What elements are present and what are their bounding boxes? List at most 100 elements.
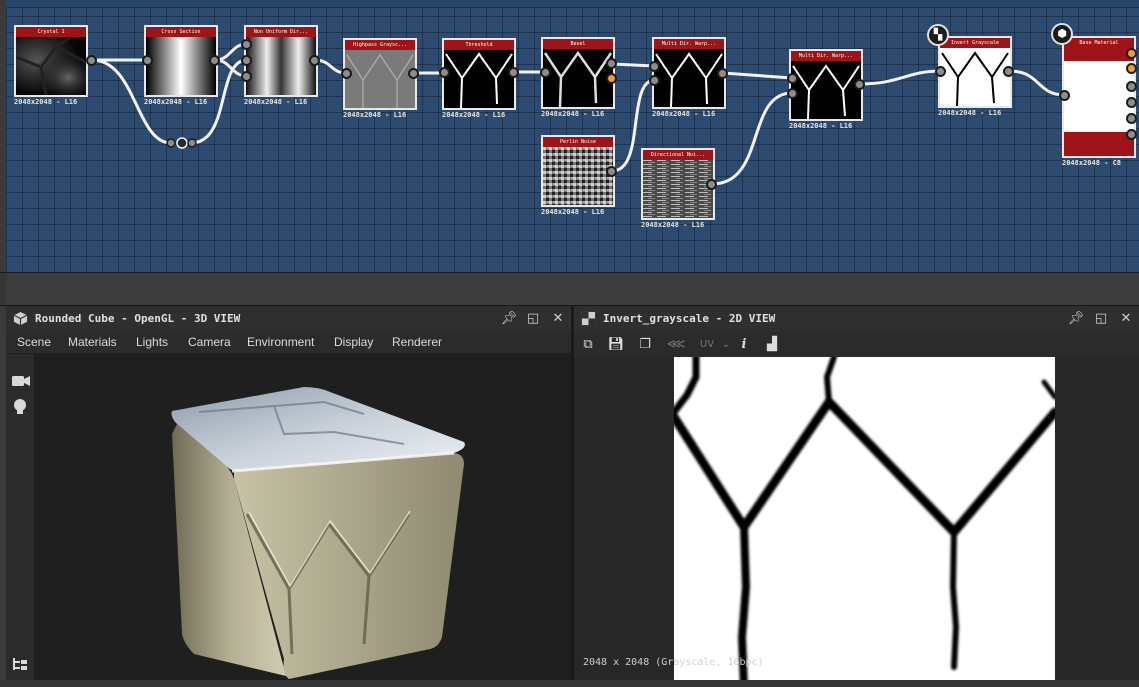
node-resolution: 2048x2048 - L16 (541, 110, 605, 118)
node-resolution: 2048x2048 - L16 (641, 221, 705, 229)
node-title: Cross Section (146, 27, 216, 37)
frame-icon[interactable]: ⧉ (579, 336, 597, 354)
copy-icon[interactable]: ❐ (636, 336, 654, 354)
histogram-icon[interactable]: ▟ (763, 336, 781, 354)
wire-multidir2-invert (858, 69, 942, 86)
port-bevel-out-1[interactable] (606, 58, 617, 69)
node-thumbnail-base-material (1064, 48, 1134, 156)
camera-icon[interactable] (11, 374, 31, 388)
port-warp2-in-2[interactable] (787, 88, 798, 99)
port-directional-out[interactable] (706, 179, 717, 190)
outliner-icon[interactable] (12, 656, 28, 672)
node-thumbnail-perlin (543, 147, 613, 205)
node-resolution: 2048x2048 - C8 (1062, 159, 1122, 167)
menu-display[interactable]: Display (334, 332, 373, 352)
panel-2d-toolbar: ⧉ 💾︎ ❐ ⋘ UV ⌄ i ▟ (574, 332, 1139, 357)
port-base-out-2[interactable] (1126, 63, 1137, 74)
node-thumbnail-cross-section (146, 37, 216, 95)
port-base-in[interactable] (1059, 90, 1070, 101)
port-cross-in[interactable] (142, 55, 153, 66)
uv-toggle[interactable]: UV (695, 336, 719, 354)
node-title: Invert Grayscale (940, 38, 1010, 48)
port-warp1-out[interactable] (717, 68, 728, 79)
info-icon[interactable]: i (735, 336, 753, 354)
viewport-2d[interactable]: 2048 x 2048 (Grayscale, 16bpc) (574, 357, 1139, 687)
reroute-dots (166, 137, 197, 149)
node-thumbnail-non-uniform (246, 37, 316, 95)
port-warp1-in-1[interactable] (649, 61, 660, 72)
port-warp2-in-1[interactable] (787, 73, 798, 84)
node-graph[interactable]: Crystal 1 2048x2048 - L16 Cross Section (0, 0, 1139, 272)
port-base-out-4[interactable] (1126, 97, 1137, 108)
port-base-out-1[interactable] (1126, 48, 1137, 59)
port-bevel-out-2[interactable] (606, 73, 617, 84)
maximize-icon[interactable]: ◱ (1092, 306, 1110, 332)
menu-renderer[interactable]: Renderer (392, 332, 442, 352)
port-base-out-3[interactable] (1126, 81, 1137, 92)
port-base-out-5[interactable] (1126, 113, 1137, 124)
light-icon[interactable] (12, 398, 28, 416)
port-warp1-in-2[interactable] (649, 75, 660, 86)
port-base-out-6[interactable] (1126, 129, 1137, 140)
port-nonuniform-in-1[interactable] (241, 39, 252, 50)
close-icon[interactable]: ✕ (549, 306, 567, 332)
node-thumbnail-invert (940, 48, 1010, 106)
panel-2d-view: Invert_grayscale - 2D VIEW 📌︎ ◱ ✕ ⧉ 💾︎ ❐… (574, 306, 1139, 687)
node-title: Multi Dir. Warp... (791, 51, 861, 61)
share-icon[interactable]: ⋘ (667, 336, 686, 354)
node-thumbnail-directional (643, 160, 713, 218)
port-warp2-out[interactable] (854, 79, 865, 90)
menu-environment[interactable]: Environment (247, 332, 314, 352)
node-title: Highpass Graysc... (345, 40, 415, 50)
save-icon[interactable]: 💾︎ (607, 336, 625, 354)
port-threshold-in[interactable] (439, 67, 450, 78)
cube-icon (13, 311, 28, 326)
menu-materials[interactable]: Materials (68, 332, 117, 352)
menu-camera[interactable]: Camera (188, 332, 231, 352)
node-thumbnail-warp-1 (654, 49, 724, 107)
node-title: Bevel (543, 39, 613, 49)
port-cross-out[interactable] (209, 55, 220, 66)
panel-2d-titlebar: Invert_grayscale - 2D VIEW 📌︎ ◱ ✕ (574, 306, 1139, 332)
node-title: Base Material (1064, 38, 1134, 48)
node-thumbnail-crystal (16, 37, 86, 95)
port-threshold-out[interactable] (508, 67, 519, 78)
port-crystal-out[interactable] (86, 55, 97, 66)
node-resolution: 2048x2048 - L16 (144, 98, 208, 106)
node-thumbnail-bevel (543, 49, 613, 107)
port-highpass-in[interactable] (341, 68, 352, 79)
port-invert-in[interactable] (935, 66, 946, 77)
node-resolution: 2048x2048 - L16 (442, 111, 506, 119)
texture-preview (674, 357, 1055, 687)
panel-3d-menubar: Scene Materials Lights Camera Environmen… (6, 332, 571, 354)
node-crystal[interactable]: Crystal 1 2048x2048 - L16 (14, 25, 96, 107)
maximize-icon[interactable]: ◱ (524, 306, 542, 332)
pin-icon[interactable]: 📌︎ (500, 306, 518, 332)
menu-scene[interactable]: Scene (17, 332, 51, 352)
graph-bottom-strip (0, 272, 1139, 306)
checker-badge-icon: ▚ (927, 24, 949, 46)
port-nonuniform-in-2[interactable] (241, 55, 252, 66)
menu-lights[interactable]: Lights (136, 332, 168, 352)
image-info-status: 2048 x 2048 (Grayscale, 16bpc) (583, 657, 764, 668)
close-icon[interactable]: ✕ (1117, 306, 1135, 332)
node-resolution: 2048x2048 - L16 (14, 98, 78, 106)
wire-multidir1-multidir2 (722, 71, 793, 80)
panel-3d-title: Rounded Cube - OpenGL - 3D VIEW (35, 312, 241, 325)
viewport-3d[interactable] (34, 354, 571, 687)
port-nonuniform-out[interactable] (309, 55, 320, 66)
panel-2d-title: Invert_grayscale - 2D VIEW (603, 312, 776, 325)
port-invert-out[interactable] (1003, 66, 1014, 77)
node-title: Non Uniform Dir... (246, 27, 316, 37)
port-bevel-in[interactable] (540, 67, 551, 78)
port-highpass-out[interactable] (408, 68, 419, 79)
port-perlin-out[interactable] (606, 166, 617, 177)
node-resolution: 2048x2048 - L16 (244, 98, 308, 106)
chevron-down-icon[interactable]: ⌄ (717, 336, 735, 354)
node-resolution: 2048x2048 - L16 (343, 111, 407, 119)
bottom-bar (0, 680, 1139, 687)
port-nonuniform-in-3[interactable] (241, 71, 252, 82)
node-title: Multi Dir. Warp... (654, 39, 724, 49)
cube-badge-icon: ⬢ (1051, 23, 1073, 45)
pin-icon[interactable]: 📌︎ (1067, 306, 1085, 332)
